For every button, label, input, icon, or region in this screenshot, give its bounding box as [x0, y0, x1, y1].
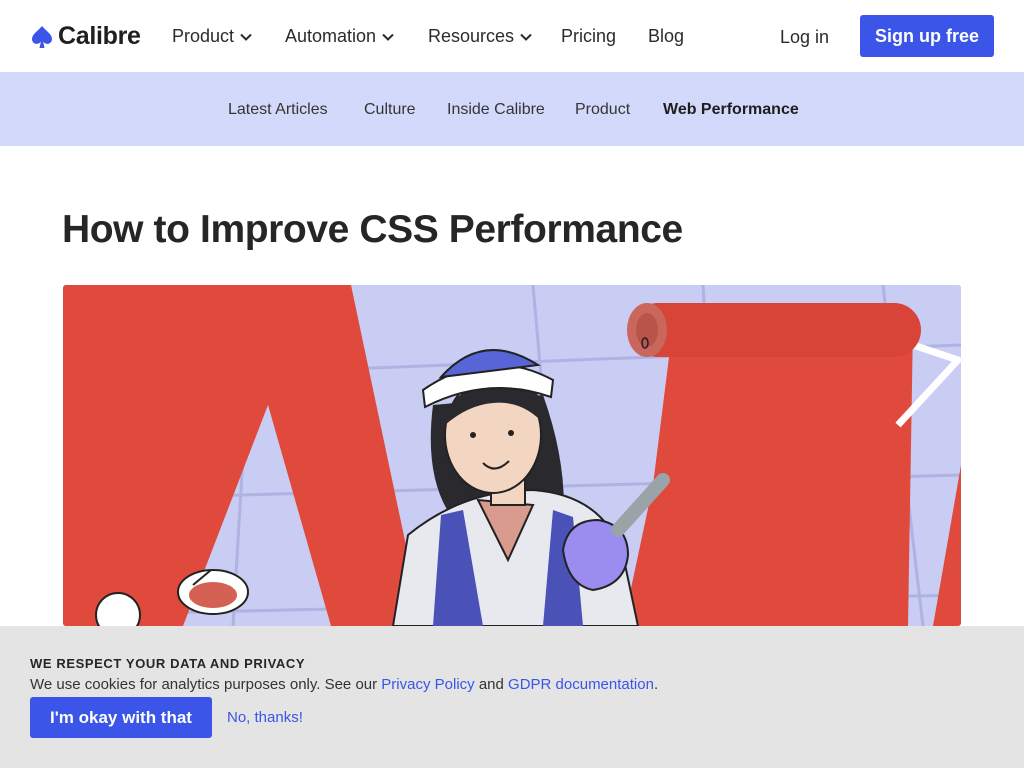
chevron-down-icon — [382, 33, 394, 41]
brand-name: Calibre — [58, 22, 141, 50]
nav-item-blog[interactable]: Blog — [648, 26, 684, 47]
cookie-message: We use cookies for analytics purposes on… — [30, 676, 658, 693]
top-navigation: Calibre Product Automation Resources Pri… — [0, 0, 1024, 72]
category-bar: Latest Articles Culture Inside Calibre P… — [0, 72, 1024, 146]
painter-illustration — [63, 285, 961, 626]
nav-item-label: Pricing — [561, 26, 617, 46]
nav-item-pricing[interactable]: Pricing — [561, 26, 616, 47]
nav-item-label: Product — [172, 26, 235, 46]
chevron-down-icon — [520, 33, 532, 41]
category-product[interactable]: Product — [575, 101, 630, 119]
spade-icon — [32, 25, 52, 48]
signup-button[interactable]: Sign up free — [860, 15, 994, 57]
article-title: How to Improve CSS Performance — [62, 208, 683, 251]
chevron-down-icon — [240, 33, 252, 41]
calibre-logo[interactable]: Calibre — [30, 22, 141, 51]
cookie-banner: WE RESPECT YOUR DATA AND PRIVACY We use … — [0, 626, 1024, 768]
cookie-text-after: . — [653, 676, 659, 693]
nav-item-product[interactable]: Product — [172, 26, 254, 47]
cookie-text-before: We use cookies for analytics purposes on… — [30, 676, 382, 693]
privacy-policy-link[interactable]: Privacy Policy — [381, 676, 474, 693]
accept-cookies-button[interactable]: I'm okay with that — [30, 697, 212, 738]
nav-item-label: Resources — [428, 26, 515, 46]
category-latest-articles[interactable]: Latest Articles — [228, 101, 328, 119]
nav-item-resources[interactable]: Resources — [428, 26, 534, 47]
login-link[interactable]: Log in — [780, 27, 829, 48]
gdpr-documentation-link[interactable]: GDPR documentation — [508, 676, 654, 693]
hero-image — [63, 285, 961, 626]
nav-item-automation[interactable]: Automation — [285, 26, 396, 47]
nav-item-label: Automation — [285, 26, 377, 46]
cookie-text-mid: and — [474, 676, 509, 693]
cookie-heading: WE RESPECT YOUR DATA AND PRIVACY — [30, 656, 306, 671]
nav-item-label: Blog — [648, 26, 685, 46]
category-web-performance[interactable]: Web Performance — [663, 101, 799, 119]
category-culture[interactable]: Culture — [364, 101, 416, 119]
category-inside-calibre[interactable]: Inside Calibre — [447, 101, 545, 119]
decline-cookies-link[interactable]: No, thanks! — [227, 709, 303, 726]
